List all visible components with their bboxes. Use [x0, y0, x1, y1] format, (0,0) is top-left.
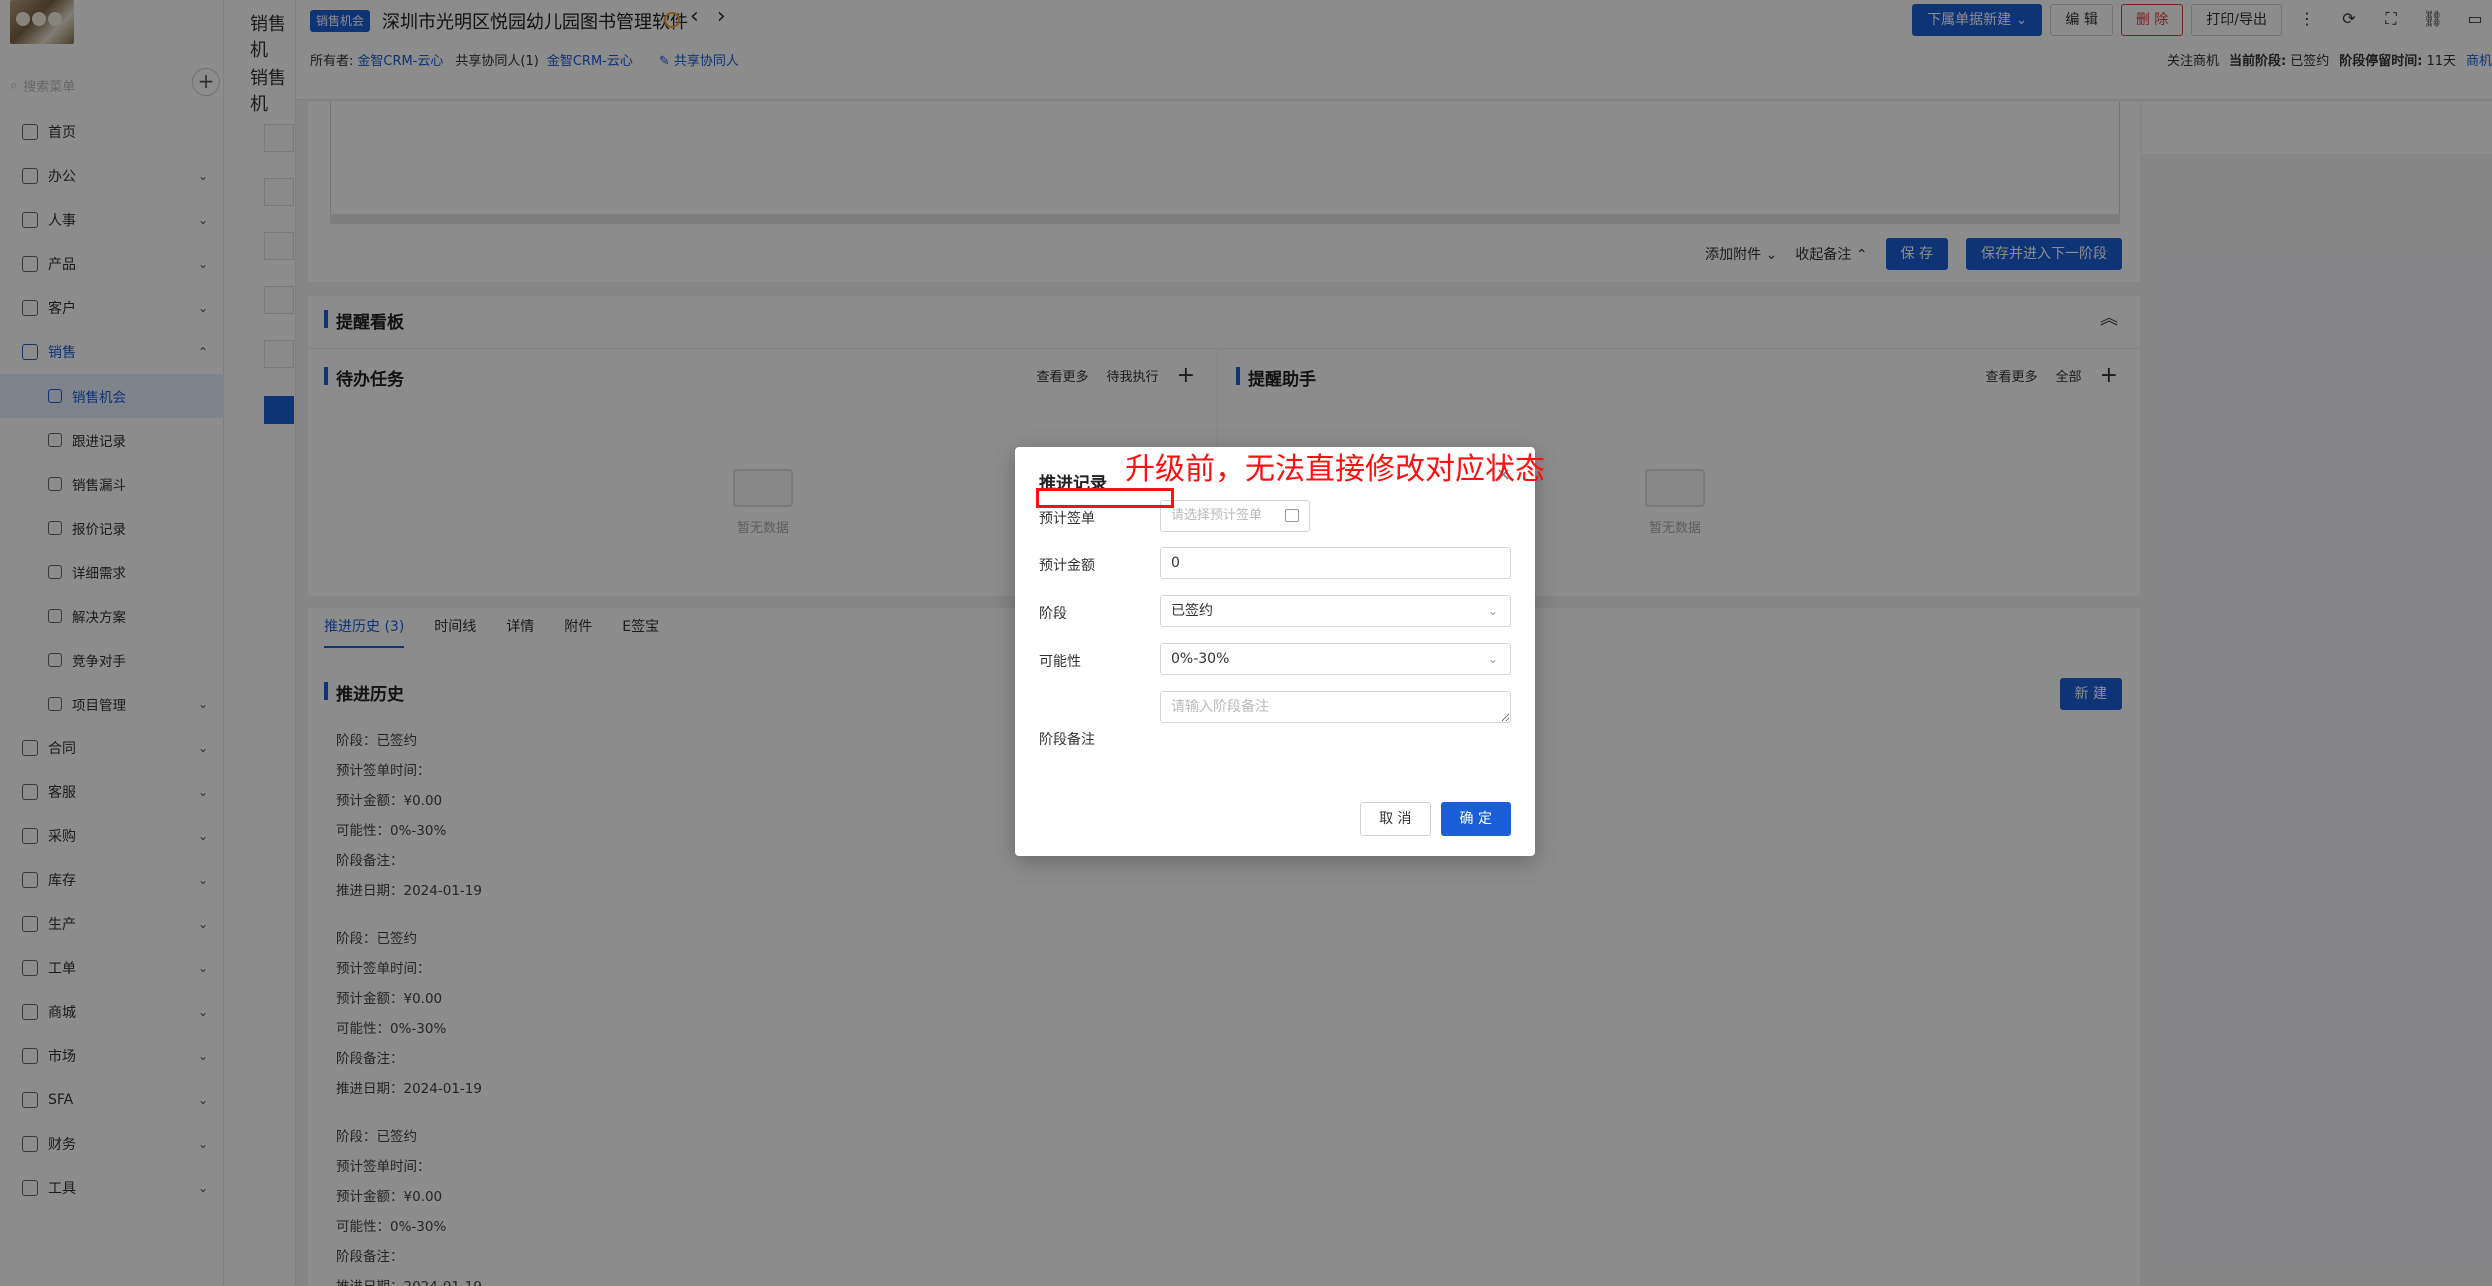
sign-date-placeholder: 请选择预计签单: [1171, 508, 1263, 523]
sign-date-picker[interactable]: 请选择预计签单: [1160, 500, 1310, 532]
chevron-down-icon: ⌄: [1487, 652, 1498, 666]
chevron-down-icon: ⌄: [1487, 604, 1498, 618]
stage-select[interactable]: 已签约 ⌄: [1160, 595, 1511, 627]
confirm-button[interactable]: 确 定: [1440, 802, 1511, 836]
stage-select-value: 已签约: [1171, 603, 1213, 619]
amount-label: 预计金额: [1039, 558, 1095, 574]
sign-date-label: 预计签单: [1039, 511, 1095, 527]
probability-select[interactable]: 0%-30% ⌄: [1160, 643, 1511, 675]
note-row: 阶段备注: [1039, 691, 1511, 789]
advance-record-dialog: 推进记录 ✕ 预计签单 请选择预计签单 预计金额 阶段 已签约 ⌄ 可能性 0%…: [1015, 447, 1535, 856]
probability-row: 可能性 0%-30% ⌄: [1039, 643, 1511, 677]
cancel-button[interactable]: 取 消: [1360, 802, 1431, 836]
dialog-footer: 取 消 确 定: [1360, 802, 1511, 836]
note-textarea[interactable]: [1160, 691, 1511, 723]
amount-input[interactable]: [1160, 547, 1511, 579]
note-label: 阶段备注: [1039, 732, 1095, 748]
annotation-highlight-box: [1036, 488, 1174, 508]
stage-label: 阶段: [1039, 606, 1067, 622]
probability-select-value: 0%-30%: [1171, 651, 1230, 667]
stage-row: 阶段 已签约 ⌄: [1039, 595, 1511, 629]
calendar-icon: [1285, 509, 1299, 522]
probability-label: 可能性: [1039, 654, 1081, 670]
annotation-text: 升级前，无法直接修改对应状态: [1125, 452, 1545, 487]
amount-row: 预计金额: [1039, 547, 1511, 581]
